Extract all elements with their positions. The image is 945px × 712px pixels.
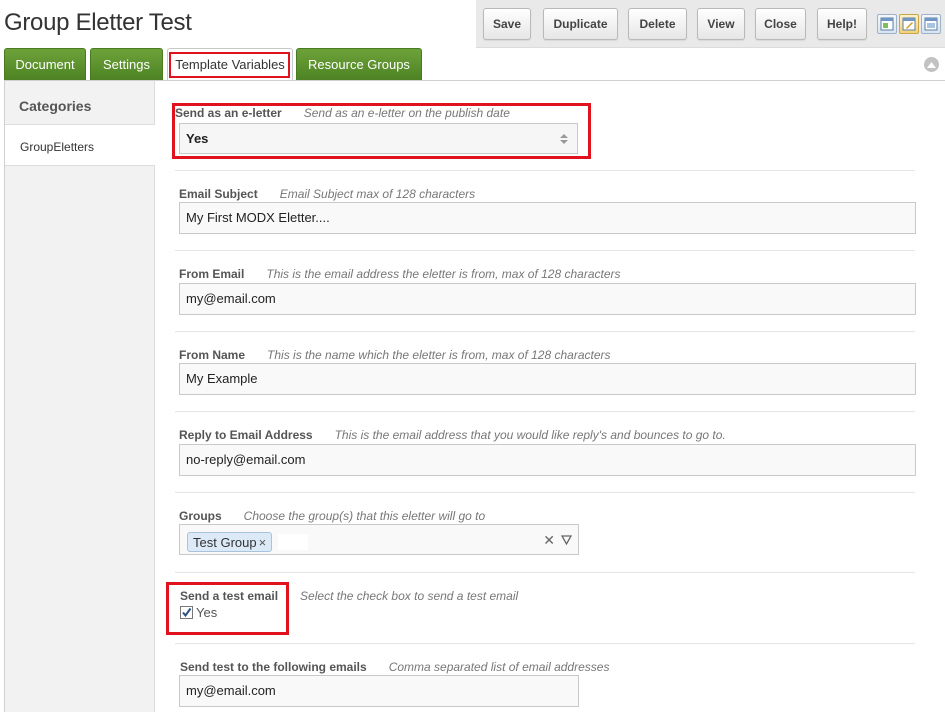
dropdown-trigger-icon[interactable] [561,535,572,545]
field-divider [175,643,915,644]
delete-button[interactable]: Delete [628,8,687,40]
close-button[interactable]: Close [755,8,806,40]
tab-settings[interactable]: Settings [90,48,163,80]
duplicate-button[interactable]: Duplicate [543,8,618,40]
categories-heading: Categories [5,81,154,125]
reply-to-description: This is the email address that you would… [334,428,726,442]
field-divider [175,411,915,412]
from-name-description: This is the name which the eletter is fr… [267,348,611,362]
edit-layout-icon[interactable] [899,14,919,34]
groups-label-row: Groups Choose the group(s) that this elet… [179,509,485,523]
page-title: Group Eletter Test [4,9,192,36]
reply-to-input[interactable]: no-reply@email.com [179,444,916,476]
from-email-input[interactable]: my@email.com [179,283,916,315]
from-email-label-row: From Email This is the email address the … [179,267,621,281]
field-divider [175,572,915,573]
sidebar-item-groupeletters[interactable]: GroupEletters [5,125,155,166]
send-test-description: Select the check box to send a test emai… [300,589,519,603]
view-button[interactable]: View [697,8,745,40]
email-subject-input[interactable]: My First MODX Eletter.... [179,202,916,234]
email-subject-label: Email Subject [179,187,258,201]
clear-icon[interactable]: ✕ [543,532,555,549]
reply-to-label-row: Reply to Email Address This is the email … [179,428,726,442]
test-emails-input[interactable]: my@email.com [179,675,579,707]
action-toolbar: Save Duplicate Delete View Close Help! [476,0,945,48]
groups-description: Choose the group(s) that this eletter wi… [243,509,486,523]
highlight-template-variables-tab [169,52,290,78]
help-button[interactable]: Help! [817,8,867,40]
collapse-up-icon[interactable] [924,57,939,72]
highlight-send-eletter [172,103,591,159]
categories-sidebar: Categories GroupEletters [5,81,155,712]
template-variables-panel: Categories GroupEletters [4,80,945,712]
highlight-send-test [166,582,289,635]
email-subject-label-row: Email Subject Email Subject max of 128 ch… [179,187,475,201]
full-layout-icon[interactable] [921,14,941,34]
groups-combo[interactable]: Test Group × ✕ [179,524,579,555]
test-emails-description: Comma separated list of email addresses [388,660,610,674]
layout-icon[interactable] [877,14,897,34]
from-name-label: From Name [179,348,246,362]
group-chip: Test Group × [187,532,273,552]
groups-label: Groups [179,509,222,523]
field-divider [175,170,915,171]
test-emails-label-row: Send test to the following emails Comma s… [180,660,609,674]
field-divider [175,331,915,332]
from-email-label: From Email [179,267,245,281]
from-email-description: This is the email address the eletter is… [266,267,621,281]
from-name-input[interactable]: My Example [179,363,916,395]
test-emails-label: Send test to the following emails [180,660,367,674]
from-name-label-row: From Name This is the name which the elet… [179,348,611,362]
group-chip-label: Test Group [193,534,257,550]
groups-search-field[interactable] [278,534,308,550]
field-divider [175,250,915,251]
remove-chip-icon[interactable]: × [259,535,267,550]
email-subject-description: Email Subject max of 128 characters [279,187,476,201]
save-button[interactable]: Save [483,8,531,40]
reply-to-label: Reply to Email Address [179,428,313,442]
field-divider [175,492,915,493]
tab-resource-groups[interactable]: Resource Groups [296,48,422,80]
tab-document[interactable]: Document [4,48,86,80]
